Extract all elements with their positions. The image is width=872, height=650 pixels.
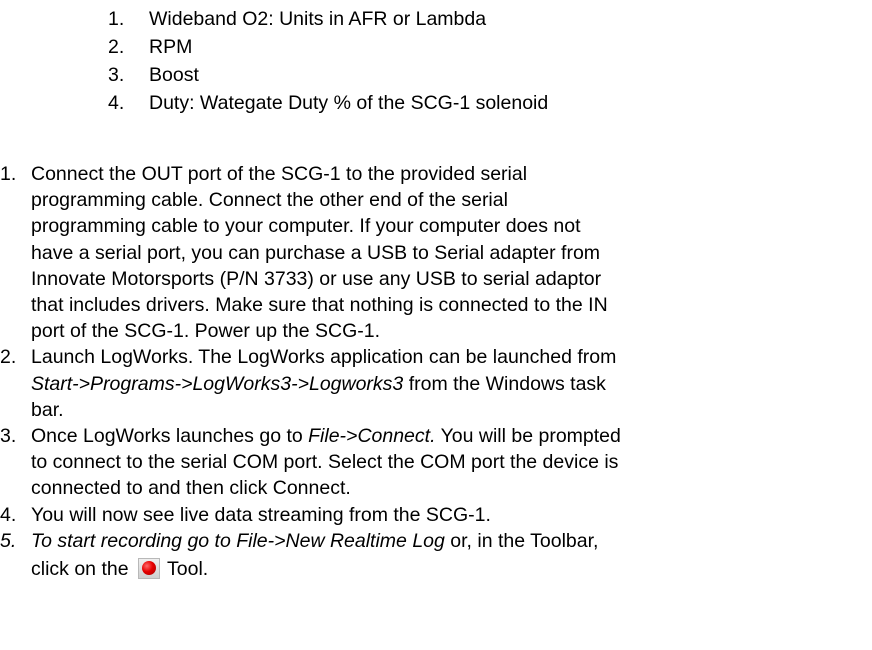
list-number: 4. [108, 92, 125, 114]
menu-path: File->Connect. [308, 425, 436, 448]
document-page: 1. Wideband O2: Units in AFR or Lambda 2… [0, 0, 872, 650]
menu-path: Start->Programs->LogWorks3->Logworks3 [31, 372, 404, 395]
step-number: 4. [0, 503, 17, 526]
text-fragment: from the Windows task [403, 372, 606, 395]
menu-path: To start recording go to File->New Realt… [31, 529, 445, 552]
step-number: 2. [0, 346, 17, 369]
step-number: 5. [0, 529, 17, 552]
text-line: click on the Tool. [31, 554, 867, 584]
record-dot-icon [141, 561, 156, 576]
text-line: to connect to the serial COM port. Selec… [31, 451, 619, 474]
step-number: 1. [0, 163, 17, 185]
step-number: 3. [0, 425, 17, 448]
text-line: To start recording go to File->New Realt… [31, 528, 867, 554]
step-4: 4. You will now see live data streaming … [0, 502, 872, 528]
text-line: bar. [31, 398, 64, 421]
instruction-steps: 1. Connect the OUT port of the SCG-1 to … [0, 161, 872, 584]
text-fragment: click on the [31, 558, 134, 581]
text-fragment: or, in the Toolbar, [444, 529, 599, 552]
text-line: You will now see live data streaming fro… [31, 503, 491, 526]
text-fragment: Once LogWorks launches go to [31, 425, 309, 448]
list-number: 1. [108, 8, 125, 30]
step-5: 5. To start recording go to File->New Re… [0, 528, 872, 584]
text-fragment: You will be prompted [435, 425, 621, 448]
list-number: 2. [108, 36, 125, 58]
text-line: port of the SCG-1. Power up the SCG-1. [31, 320, 380, 343]
text-fragment: Tool. [161, 558, 209, 581]
text-line: Connect the OUT port of the SCG-1 to the… [31, 163, 528, 185]
record-icon [137, 558, 160, 580]
list-text: Boost [149, 64, 199, 86]
step-text: To start recording go to File->New Realt… [31, 528, 867, 584]
list-text: Duty: Wategate Duty % of the SCG-1 solen… [149, 92, 549, 114]
step-2: 2. Launch LogWorks. The LogWorks applica… [0, 344, 872, 423]
text-line: programming cable. Connect the other end… [31, 189, 508, 212]
step-3: 3. Once LogWorks launches go to File->Co… [0, 423, 872, 502]
text-line: programming cable to your computer. If y… [31, 215, 581, 238]
text-line: Once LogWorks launches go to File->Conne… [31, 423, 867, 449]
text-line: connected to and then click Connect. [31, 477, 351, 500]
text-line: Innovate Motorsports (P/N 3733) or use a… [31, 267, 602, 290]
step-text: Connect the OUT port of the SCG-1 to the… [31, 161, 867, 344]
text-line: Launch LogWorks. The LogWorks applicatio… [31, 346, 617, 369]
list-text: RPM [149, 36, 193, 58]
step-text: You will now see live data streaming fro… [31, 502, 867, 528]
text-line: have a serial port, you can purchase a U… [31, 241, 601, 264]
step-text: Launch LogWorks. The LogWorks applicatio… [31, 344, 867, 423]
text-line: that includes drivers. Make sure that no… [31, 294, 608, 317]
step-text: Once LogWorks launches go to File->Conne… [31, 423, 867, 502]
step-1: 1. Connect the OUT port of the SCG-1 to … [0, 161, 872, 344]
text-line: Start->Programs->LogWorks3->Logworks3 fr… [31, 371, 867, 397]
list-text: Wideband O2: Units in AFR or Lambda [149, 8, 487, 30]
list-number: 3. [108, 64, 125, 86]
